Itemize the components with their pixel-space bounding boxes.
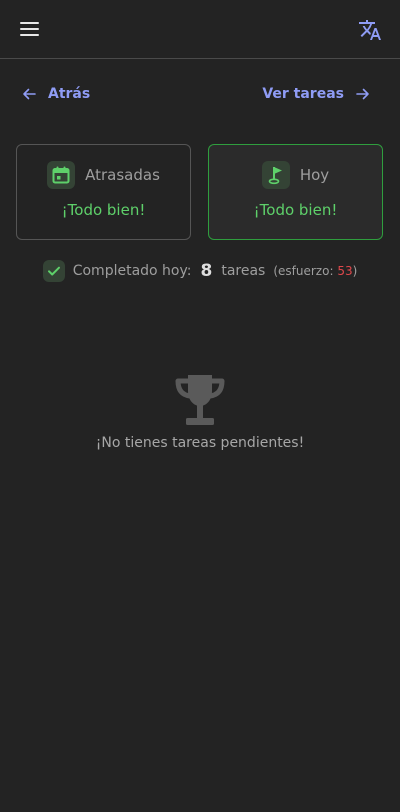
calendar-icon — [47, 161, 76, 189]
effort-value: 53 — [337, 264, 353, 278]
today-card-header: Hoy — [209, 161, 382, 189]
trophy-icon — [172, 373, 228, 427]
translate-icon[interactable] — [358, 18, 382, 42]
today-card-status: ¡Todo bien! — [253, 201, 338, 219]
today-card-title: Hoy — [299, 166, 330, 184]
completed-count: 8 — [200, 261, 213, 281]
completed-today-summary: Completado hoy: 8 tareas (esfuerzo: 53) — [0, 258, 400, 284]
completed-today-label: Completado hoy: — [72, 263, 192, 279]
effort-close: ) — [352, 264, 358, 278]
today-card[interactable]: Hoy ¡Todo bien! — [208, 144, 383, 240]
overdue-card-header: Atrasadas — [17, 161, 190, 189]
overdue-card-title: Atrasadas — [85, 166, 160, 184]
completed-unit: tareas — [221, 263, 266, 279]
arrow-left-icon — [23, 88, 36, 100]
overdue-card[interactable]: Atrasadas ¡Todo bien! — [16, 144, 191, 240]
view-tasks-link[interactable]: Ver tareas — [262, 80, 370, 108]
hamburger-menu-icon[interactable] — [20, 21, 39, 37]
effort-label: (esfuerzo: — [273, 264, 338, 278]
back-link[interactable]: Atrás — [22, 80, 90, 108]
view-tasks-label: Ver tareas — [262, 86, 344, 102]
empty-state-message: ¡No tienes tareas pendientes! — [95, 435, 305, 451]
arrow-right-icon — [356, 88, 369, 100]
navigation-row: Atrás Ver tareas — [0, 80, 400, 108]
top-bar — [0, 0, 400, 59]
check-icon — [42, 260, 65, 282]
overdue-card-status: ¡Todo bien! — [61, 201, 146, 219]
effort-indicator: (esfuerzo: 53) — [273, 264, 357, 278]
golf-flag-icon — [261, 161, 290, 189]
back-label: Atrás — [48, 86, 91, 102]
